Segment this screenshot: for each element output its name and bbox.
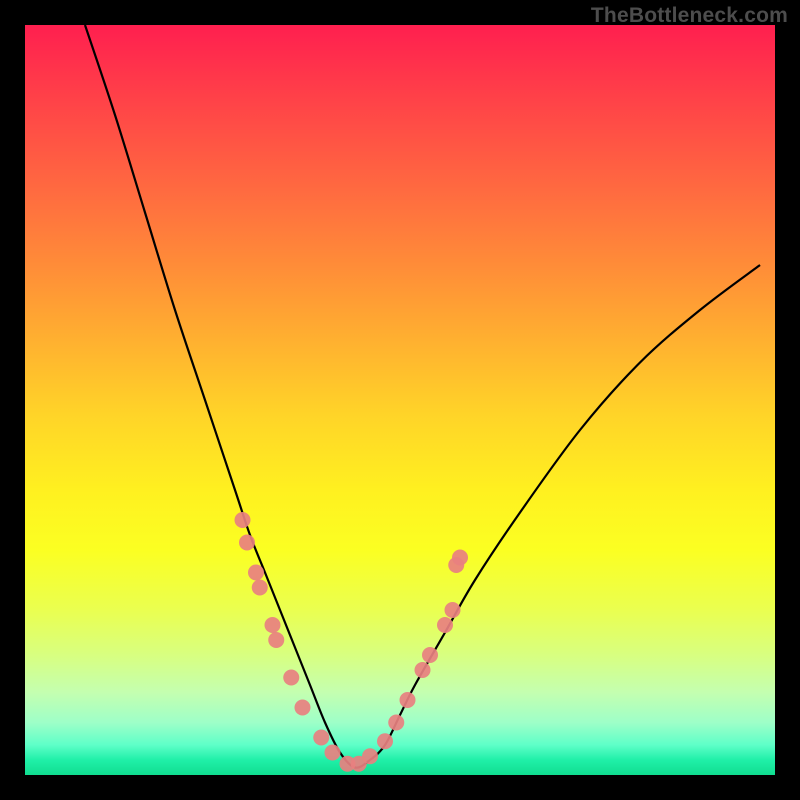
watermark-text: TheBottleneck.com — [591, 4, 788, 28]
scatter-dot — [437, 617, 453, 633]
scatter-dot — [377, 733, 393, 749]
plot-area — [25, 25, 775, 775]
scatter-dot — [295, 700, 311, 716]
scatter-dot — [239, 535, 255, 551]
scatter-dot — [415, 662, 431, 678]
scatter-dot — [452, 550, 468, 566]
scatter-dot — [313, 730, 329, 746]
chart-svg — [25, 25, 775, 775]
scatter-dot — [248, 565, 264, 581]
scatter-dot — [283, 670, 299, 686]
chart-frame: TheBottleneck.com — [0, 0, 800, 800]
scatter-dot — [362, 748, 378, 764]
scatter-dot — [422, 647, 438, 663]
scatter-dot — [268, 632, 284, 648]
scatter-dot — [325, 745, 341, 761]
scatter-dot — [445, 602, 461, 618]
scatter-dot — [400, 692, 416, 708]
scatter-dot — [265, 617, 281, 633]
scatter-dot — [388, 715, 404, 731]
scatter-dot — [252, 580, 268, 596]
scatter-dot — [235, 512, 251, 528]
scatter-dots — [235, 512, 469, 772]
